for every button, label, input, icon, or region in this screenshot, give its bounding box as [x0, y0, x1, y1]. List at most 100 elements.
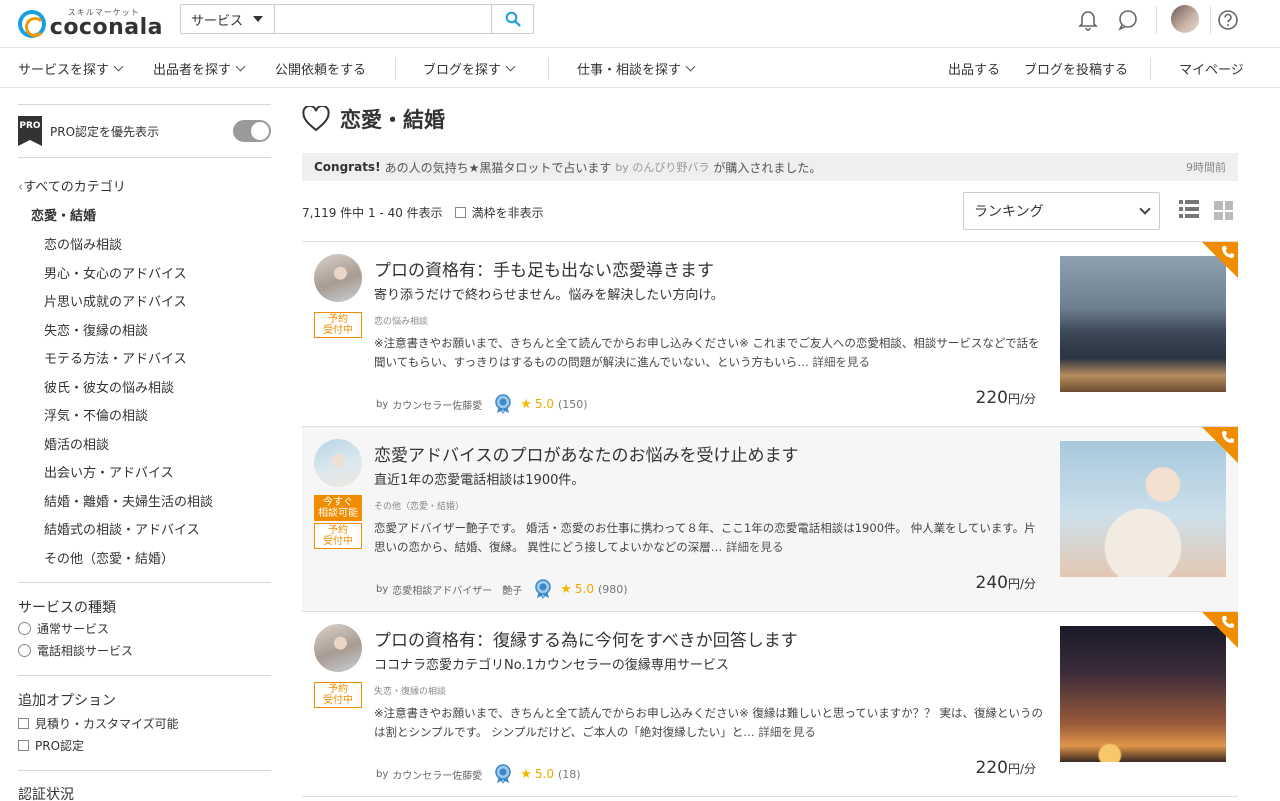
sidebar-divider — [18, 770, 271, 771]
service-subtitle: 直近1年の恋愛電話相談は1900件。 — [374, 473, 585, 488]
sort-select[interactable]: ランキング — [963, 192, 1160, 230]
logo[interactable]: スキルマーケット coconala — [18, 4, 163, 44]
pro-filter-toggle[interactable] — [233, 120, 271, 142]
hide-full-checkbox[interactable] — [454, 207, 466, 218]
sidebar-category-item[interactable]: 結婚・離婚・夫婦生活の相談 — [44, 491, 213, 510]
sidebar-category-item[interactable]: 出会い方・アドバイス — [44, 462, 174, 481]
phone-icon — [1222, 616, 1234, 628]
service-title[interactable]: 恋愛アドバイスのプロがあなたのお悩みを受け止めます — [374, 441, 799, 466]
user-avatar[interactable] — [1171, 5, 1199, 33]
grid-view-icon[interactable] — [1214, 201, 1233, 220]
seller-name[interactable]: 恋愛相談アドバイザー 艶子 — [392, 582, 522, 597]
service-price: 220円/分 — [975, 758, 1037, 778]
congrats-time: 9時間前 — [1186, 161, 1226, 174]
sidebar-category-item[interactable]: 結婚式の相談・アドバイス — [44, 519, 200, 538]
phone-icon — [1222, 246, 1234, 258]
details-link[interactable]: 詳細を見る — [812, 355, 870, 369]
notification-bell-icon[interactable] — [1076, 8, 1100, 32]
nav-public-request[interactable]: 公開依頼をする — [275, 48, 366, 88]
available-now-badge: 今すぐ 相談可能 — [314, 495, 362, 521]
chevron-down-icon — [113, 61, 124, 71]
nav-find-jobs[interactable]: 仕事・相談を探す — [577, 48, 696, 88]
congrats-buyer: by のんびり野バラ — [615, 161, 710, 174]
rating-value: 5.0 — [574, 582, 595, 596]
sidebar-category-item[interactable]: 男心・女心のアドバイス — [44, 263, 187, 282]
sidebar-category-item[interactable]: 失恋・復縁の相談 — [44, 320, 148, 339]
result-count: 7,119 件中 1 - 40 件表示 満枠を非表示 — [302, 206, 544, 220]
help-icon[interactable] — [1216, 8, 1240, 32]
rating-value: 5.0 — [534, 767, 555, 781]
search-button[interactable] — [491, 5, 533, 33]
heart-icon — [302, 106, 330, 132]
service-card[interactable]: 予約 受付中 プロの資格有：復縁する為に今何をすべきか回答します ココナラ恋愛カ… — [302, 612, 1238, 797]
nav-divider — [1150, 58, 1151, 80]
header-divider — [1210, 6, 1211, 34]
seller-avatar[interactable] — [314, 439, 362, 487]
search-input[interactable] — [275, 5, 491, 33]
review-count: (18) — [558, 767, 581, 781]
chat-bubble-icon[interactable] — [1116, 8, 1140, 32]
checkbox[interactable] — [18, 740, 29, 751]
sidebar-category-item[interactable]: 婚活の相談 — [44, 434, 109, 453]
service-card[interactable]: 予約 受付中 プロの資格有：手も足も出ない恋愛導きます 寄り添うだけで終わらせま… — [302, 242, 1238, 427]
service-price: 240円/分 — [975, 573, 1037, 593]
logo-name: coconala — [49, 15, 163, 40]
page-title: 恋愛・結婚 — [302, 104, 445, 134]
list-view-icon[interactable] — [1179, 199, 1199, 219]
sidebar-category-item[interactable]: 恋の悩み相談 — [44, 234, 122, 253]
sidebar-category-item[interactable]: 浮気・不倫の相談 — [44, 405, 148, 424]
pro-badge-icon: PRO — [18, 116, 42, 146]
sidebar-divider — [18, 157, 271, 158]
sidebar-category-item[interactable]: 彼氏・彼女の悩み相談 — [44, 377, 174, 396]
nav-find-sellers[interactable]: 出品者を探す — [153, 48, 246, 88]
chevron-down-icon — [1139, 202, 1151, 215]
seller-name[interactable]: カウンセラー佐藤愛 — [392, 397, 482, 412]
medal-icon — [535, 579, 552, 599]
sidebar-category-item[interactable]: 片思い成就のアドバイス — [44, 291, 187, 310]
service-title[interactable]: プロの資格有：復縁する為に今何をすべきか回答します — [374, 626, 798, 651]
details-link[interactable]: 詳細を見る — [726, 540, 784, 554]
seller-info: by カウンセラー佐藤愛 ★ 5.0 (150) — [376, 394, 588, 414]
nav-mypage[interactable]: マイページ — [1179, 48, 1244, 88]
service-description: 恋愛アドバイザー艶子です。 婚活・恋愛のお仕事に携わって８年、ここ1年の恋愛電話… — [374, 521, 1036, 554]
search-category-select[interactable]: サービス — [181, 5, 275, 33]
main-nav: サービスを探す 出品者を探す 公開依頼をする ブログを探す 仕事・相談を探す 出… — [0, 48, 1280, 88]
chevron-down-icon — [235, 61, 246, 71]
reservation-badge: 予約 受付中 — [314, 682, 362, 708]
review-count: (980) — [598, 582, 628, 596]
nav-divider — [395, 58, 396, 80]
radio-button[interactable] — [18, 622, 31, 635]
option-estimate[interactable]: 見積り・カスタマイズ可能 — [18, 715, 179, 732]
nav-post-blog[interactable]: ブログを投稿する — [1024, 48, 1128, 88]
all-categories-link[interactable]: ‹すべてのカテゴリ — [18, 176, 126, 195]
nav-sell[interactable]: 出品する — [948, 48, 1000, 88]
pro-filter-row: PRO PRO認定を優先表示 — [18, 116, 271, 146]
seller-info: by 恋愛相談アドバイザー 艶子 ★ 5.0 (980) — [376, 579, 628, 599]
service-card[interactable]: 今すぐ 相談可能 予約 受付中 恋愛アドバイスのプロがあなたのお悩みを受け止めま… — [302, 427, 1238, 612]
options-heading: 追加オプション — [18, 693, 116, 709]
seller-name[interactable]: カウンセラー佐藤愛 — [392, 767, 482, 782]
header: スキルマーケット coconala サービス — [0, 0, 1280, 48]
purchase-ticker[interactable]: Congrats! あの人の気持ち★黒猫タロットで占います by のんびり野バラ… — [302, 153, 1238, 181]
service-type-phone[interactable]: 電話相談サービス — [18, 642, 133, 659]
seller-avatar[interactable] — [314, 624, 362, 672]
nav-find-blogs[interactable]: ブログを探す — [423, 48, 516, 88]
phone-icon — [1222, 431, 1234, 443]
review-count: (150) — [558, 397, 588, 411]
option-pro[interactable]: PRO認定 — [18, 737, 84, 754]
seller-avatar[interactable] — [314, 254, 362, 302]
details-link[interactable]: 詳細を見る — [758, 725, 816, 739]
service-title[interactable]: プロの資格有：手も足も出ない恋愛導きます — [374, 256, 714, 281]
sidebar-divider — [18, 582, 271, 583]
radio-button[interactable] — [18, 644, 31, 657]
service-subtitle: 寄り添うだけで終わらせません。悩みを解決したい方向け。 — [374, 288, 724, 303]
service-price: 220円/分 — [975, 388, 1037, 408]
service-type-normal[interactable]: 通常サービス — [18, 620, 109, 637]
nav-find-services[interactable]: サービスを探す — [18, 48, 124, 88]
cert-heading: 認証状況 — [18, 787, 74, 801]
service-description: ※注意書きやお願いまで、きちんと全て読んでからお申し込みください※ 復縁は難しい… — [374, 706, 1043, 739]
sidebar-category-item[interactable]: その他（恋愛・結婚） — [44, 548, 174, 567]
reservation-badge: 予約 受付中 — [314, 523, 362, 549]
checkbox[interactable] — [18, 718, 29, 729]
sidebar-category-item[interactable]: モテる方法・アドバイス — [44, 348, 187, 367]
